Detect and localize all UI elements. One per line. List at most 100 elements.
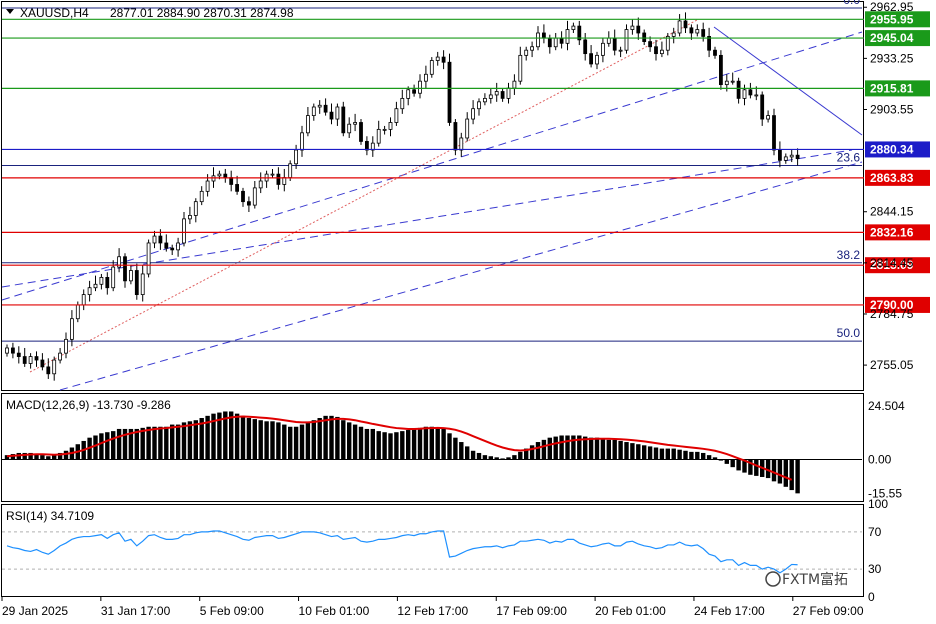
y-tick-label: 2844.15 <box>870 205 914 219</box>
macd-bar <box>46 456 51 460</box>
symbol-label: XAUUSD,H4 <box>20 6 89 20</box>
macd-bar <box>470 450 476 460</box>
candle <box>359 119 363 145</box>
macd-bar <box>476 452 482 460</box>
macd-bar <box>777 459 783 484</box>
candle <box>429 57 434 78</box>
rsi-panel[interactable] <box>1 504 864 597</box>
macd-bar <box>376 431 381 460</box>
macd-bar <box>347 422 352 460</box>
macd-bar <box>706 455 712 460</box>
macd-bar <box>571 435 576 460</box>
y-tick-label: 2962.95 <box>870 0 914 14</box>
macd-bar <box>465 446 470 460</box>
macd-bar <box>170 424 175 460</box>
macd-bar <box>406 430 411 460</box>
macd-bar <box>382 432 387 460</box>
watermark: FXTM富拓 <box>782 571 848 588</box>
macd-bar <box>52 455 57 460</box>
macd-bar <box>494 457 499 460</box>
macd-bar <box>370 428 375 460</box>
fib-level-label: 50.0 <box>837 326 861 340</box>
macd-bar <box>134 428 139 460</box>
macd-bar <box>529 445 535 460</box>
x-tick-label: 29 Jan 2025 <box>2 604 68 618</box>
macd-bar <box>234 413 240 460</box>
macd-bar <box>240 415 246 460</box>
trading-chart[interactable]: 0.0 23.6 38.2 50.0 2955.95 2945.04 2915.81 288… <box>0 0 936 624</box>
macd-bar <box>317 418 322 460</box>
candle <box>341 101 346 137</box>
y-tick-label: 2784.75 <box>870 307 914 321</box>
rsi-tick-label: 70 <box>868 525 882 539</box>
candle <box>772 108 776 156</box>
macd-bar <box>388 433 393 460</box>
rsi-label: RSI(14) 34.7109 <box>6 509 94 523</box>
macd-bar <box>40 455 45 460</box>
macd-bar <box>712 457 718 460</box>
macd-bar <box>588 437 594 460</box>
y-tick-label: 2903.55 <box>870 102 914 116</box>
level-badge-label: 2915.81 <box>870 81 914 95</box>
macd-bar <box>642 445 647 460</box>
macd-bar <box>718 459 724 461</box>
macd-bar <box>701 452 706 460</box>
macd-tick-label: 24.504 <box>868 399 905 413</box>
candle <box>146 239 151 278</box>
rsi-tick-label: 100 <box>868 497 888 511</box>
x-tick-label: 12 Feb 17:00 <box>397 604 468 618</box>
macd-bar <box>795 459 800 494</box>
macd-bar <box>659 448 665 460</box>
macd-bar <box>683 450 688 460</box>
macd-bar <box>252 419 257 460</box>
macd-bar <box>293 426 299 460</box>
macd-bar <box>559 435 564 460</box>
macd-bar <box>288 426 293 460</box>
macd-bar <box>677 449 682 460</box>
level-badge-label: 2832.16 <box>870 225 914 239</box>
macd-bar <box>506 457 511 460</box>
fib-level-label: 23.6 <box>837 151 861 165</box>
fib-level-label: 0.0 <box>843 0 860 7</box>
macd-bar <box>417 427 423 460</box>
macd-bar <box>754 459 759 476</box>
macd-bar <box>482 455 488 460</box>
macd-bar <box>724 459 729 464</box>
x-tick-label: 24 Feb 17:00 <box>694 604 765 618</box>
macd-bar <box>187 421 193 460</box>
macd-tick-label: 0.00 <box>868 453 892 467</box>
ohlc-readout: 2877.01 2884.90 2870.31 2874.98 <box>110 6 294 20</box>
macd-bar <box>653 447 659 460</box>
x-tick-label: 5 Feb 09:00 <box>200 604 264 618</box>
level-badge-label: 2880.34 <box>870 142 914 156</box>
macd-bar <box>647 446 653 460</box>
macd-bar <box>435 427 440 460</box>
macd-bar <box>264 421 269 460</box>
macd-label: MACD(12,26,9) -13.730 -9.286 <box>6 398 171 412</box>
macd-bar <box>736 459 741 471</box>
macd-bar <box>246 418 252 460</box>
level-badge-label: 2863.83 <box>870 171 914 185</box>
macd-bar <box>624 442 629 460</box>
macd-bar <box>565 435 570 460</box>
macd-bar <box>783 459 788 487</box>
macd-bar <box>394 432 399 460</box>
macd-bar <box>500 458 505 460</box>
macd-bar <box>140 427 145 460</box>
macd-bar <box>116 428 122 460</box>
macd-bar <box>547 437 552 460</box>
macd-bar <box>364 428 370 460</box>
macd-bar <box>99 433 104 460</box>
macd-bar <box>453 437 458 460</box>
price-panel[interactable] <box>1 1 864 391</box>
macd-bar <box>400 431 405 460</box>
macd-bar <box>311 420 316 460</box>
macd-bar <box>111 431 116 460</box>
macd-bar <box>636 444 641 460</box>
macd-bar <box>158 426 163 460</box>
x-tick-label: 31 Jan 17:00 <box>101 604 171 618</box>
macd-bar <box>535 442 541 460</box>
level-badge-label: 2955.95 <box>870 12 914 26</box>
macd-bar <box>689 451 694 460</box>
macd-bar <box>600 438 606 460</box>
